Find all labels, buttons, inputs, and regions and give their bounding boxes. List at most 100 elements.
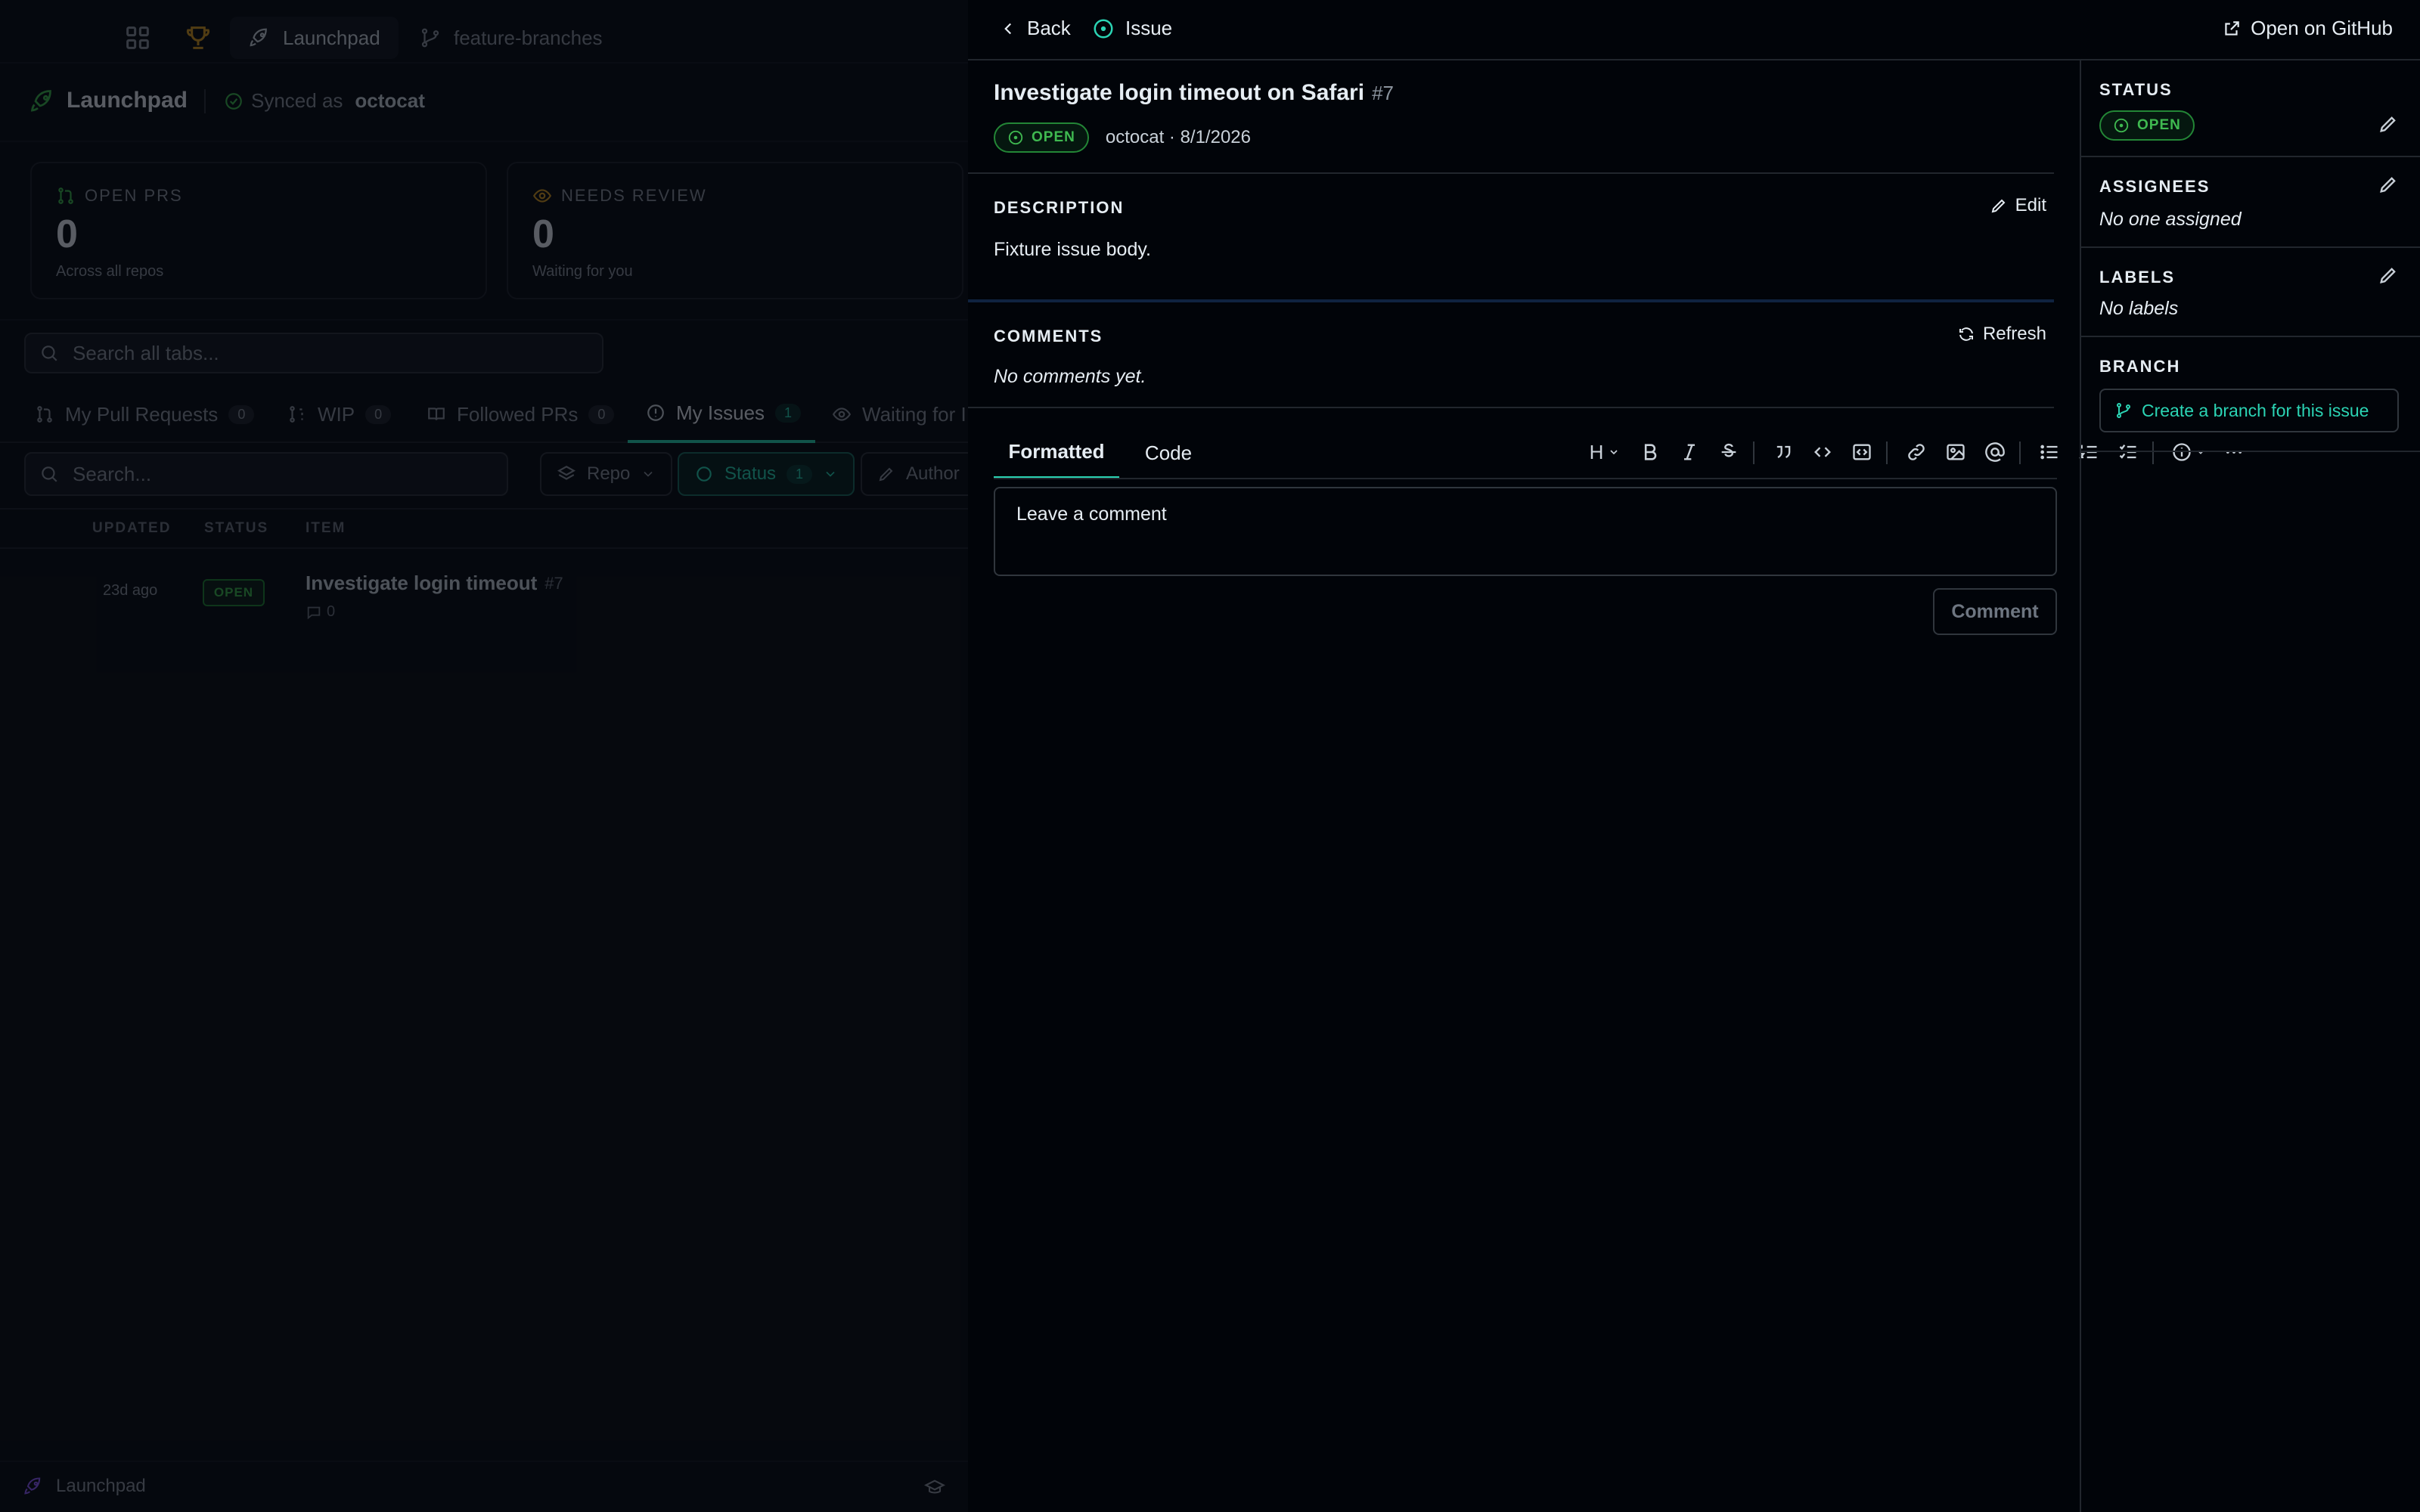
tab-feature-branches[interactable]: feature-branches [401, 17, 621, 59]
issue-icon [646, 403, 666, 423]
tab-bar: My Pull Requests 0 WIP 0 Followed PRs 0 … [0, 386, 968, 443]
stat-value: 0 [532, 212, 554, 256]
create-branch-label: Create a branch for this issue [2142, 400, 2369, 420]
status-value: OPEN [2137, 117, 2181, 133]
chevron-down-icon [1610, 450, 1618, 455]
sidebar-status: STATUS OPEN [2081, 60, 2420, 157]
divider [0, 319, 968, 321]
tab-code[interactable]: Code [1127, 426, 1210, 479]
git-branch-icon [2114, 401, 2133, 420]
divider [204, 89, 206, 113]
search-icon [39, 343, 59, 363]
search-all-input[interactable]: Search all tabs... [24, 333, 603, 373]
heading-label: H [1589, 440, 1604, 463]
draft-pr-icon [287, 404, 307, 424]
edit-status-pencil-icon[interactable] [2378, 113, 2400, 136]
search-placeholder: Search all tabs... [73, 341, 219, 364]
grid-icon[interactable] [123, 23, 153, 53]
code-icon[interactable] [1807, 437, 1838, 467]
tab-count: 1 [775, 403, 802, 423]
git-branch-icon [419, 26, 442, 49]
tab-label: My Pull Requests [65, 402, 219, 426]
pull-request-icon [56, 186, 76, 206]
stat-sub: Waiting for you [532, 263, 633, 280]
branch-heading: BRANCH [2099, 357, 2181, 376]
tab-waiting-for[interactable]: Waiting for I [832, 386, 966, 443]
status-filter[interactable]: Status 1 [678, 452, 855, 496]
row-number: #7 [544, 573, 563, 593]
filter-search-placeholder: Search... [73, 462, 152, 485]
external-link-icon [2222, 19, 2242, 39]
divider [0, 508, 968, 510]
sidebar-assignees: ASSIGNEES No one assigned [2081, 157, 2420, 248]
search-icon [39, 464, 59, 484]
create-branch-button[interactable]: Create a branch for this issue [2099, 389, 2399, 432]
link-icon[interactable] [1901, 437, 1931, 467]
divider [994, 478, 2057, 479]
quote-icon[interactable] [1768, 437, 1798, 467]
launchpad-app: Launchpad feature-branches Launchpad Syn… [0, 0, 968, 1512]
strikethrough-icon[interactable] [1714, 437, 1744, 467]
status-badge: OPEN [203, 579, 265, 606]
rocket-icon [248, 26, 271, 49]
tab-my-pull-requests[interactable]: My Pull Requests 0 [35, 386, 255, 443]
row-item: Investigate login timeout #7 [306, 572, 563, 595]
stat-sub: Across all repos [56, 263, 164, 280]
row-title[interactable]: Investigate login timeout [306, 572, 537, 595]
graduation-cap-icon[interactable] [924, 1477, 945, 1498]
open-on-github-link[interactable]: Open on GitHub [2222, 17, 2393, 40]
tab-followed-prs[interactable]: Followed PRs 0 [427, 386, 615, 443]
column-header-item[interactable]: ITEM [306, 520, 346, 537]
toolbar-separator [2019, 442, 2021, 464]
sync-status: Synced as octocat [224, 89, 425, 113]
author-filter-label: Author [906, 463, 960, 484]
synced-prefix: Synced as [251, 89, 343, 112]
table-row[interactable]: 23d ago OPEN Investigate login timeout #… [0, 549, 968, 640]
toolbar-separator [1886, 442, 1888, 464]
tab-label: WIP [318, 402, 355, 426]
tab-wip[interactable]: WIP 0 [287, 386, 392, 443]
layers-icon [557, 464, 576, 484]
sidebar-branch: BRANCH Create a branch for this issue [2081, 337, 2420, 452]
tab-count: 0 [228, 404, 255, 424]
author-filter[interactable]: Author [861, 452, 968, 496]
italic-icon[interactable] [1674, 437, 1705, 467]
comment-submit-button[interactable]: Comment [1933, 588, 2057, 635]
repo-filter[interactable]: Repo [540, 452, 673, 496]
status-heading: STATUS [2099, 80, 2173, 99]
synced-user: octocat [355, 89, 425, 112]
stat-card-open-prs: OPEN PRS 0 Across all repos [30, 162, 487, 299]
tab-launchpad-label: Launchpad [283, 26, 380, 49]
row-comment-count: 0 [327, 603, 336, 620]
app-header: Launchpad Synced as octocat [0, 64, 968, 142]
tab-count: 0 [365, 404, 392, 424]
code-block-icon[interactable] [1847, 437, 1877, 467]
check-circle-icon [224, 91, 244, 111]
bulleted-list-icon[interactable] [2034, 437, 2065, 467]
labels-value: No labels [2099, 298, 2179, 319]
rocket-icon [29, 88, 56, 115]
bold-icon[interactable] [1635, 437, 1665, 467]
edit-assignees-pencil-icon[interactable] [2378, 174, 2400, 197]
chevron-down-icon [641, 466, 656, 482]
heading-button[interactable]: H [1584, 437, 1626, 467]
filter-search-input[interactable]: Search... [24, 452, 508, 496]
column-header-updated[interactable]: UPDATED [92, 520, 171, 537]
tab-count: 0 [588, 404, 615, 424]
trophy-icon[interactable] [183, 23, 213, 53]
stat-label: OPEN PRS [56, 186, 183, 206]
mention-icon[interactable] [1980, 437, 2010, 467]
status-filter-label: Status [724, 463, 777, 484]
tab-my-issues[interactable]: My Issues 1 [628, 386, 815, 443]
book-icon [427, 404, 446, 424]
tab-formatted[interactable]: Formatted [994, 426, 1119, 479]
footer-brand: Launchpad [23, 1476, 146, 1497]
toolbar-separator [1753, 442, 1754, 464]
column-header-status[interactable]: STATUS [204, 520, 268, 537]
status-filter-count: 1 [786, 464, 813, 484]
image-icon[interactable] [1941, 437, 1971, 467]
comment-icon [306, 604, 322, 621]
edit-labels-pencil-icon[interactable] [2378, 265, 2400, 287]
comment-textarea[interactable]: Leave a comment [994, 487, 2057, 576]
tab-launchpad[interactable]: Launchpad [230, 17, 399, 59]
